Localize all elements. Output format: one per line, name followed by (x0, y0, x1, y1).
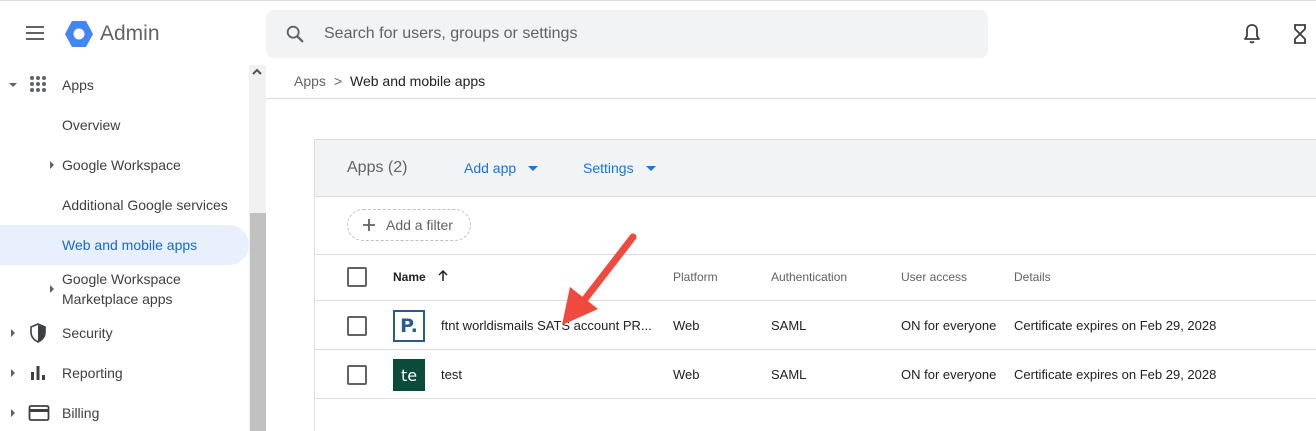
apps-card: Apps (2) Add app Settings Add a filter N… (314, 139, 1316, 431)
sidebar-item-label: Apps (62, 77, 94, 93)
sidebar-item-web-and-mobile-apps[interactable]: Web and mobile apps (0, 225, 249, 265)
plus-icon (363, 219, 375, 231)
app-platform: Web (673, 367, 700, 382)
add-filter-button[interactable]: Add a filter (347, 209, 471, 241)
app-title: Admin (100, 22, 160, 45)
sidebar-item-reporting[interactable]: Reporting (0, 353, 249, 393)
expand-chevron-down-icon[interactable] (9, 83, 17, 87)
sidebar-item-apps[interactable]: Apps (0, 65, 249, 105)
sidebar: Apps Overview Google Workspace Additiona… (0, 65, 266, 431)
sidebar-item-label: Overview (62, 117, 121, 133)
column-header-name[interactable]: Name (393, 270, 426, 284)
sidebar-scrollbar-thumb[interactable] (250, 213, 266, 431)
table-header: Name Platform Authentication User access… (315, 255, 1316, 301)
add-app-button[interactable]: Add app (464, 160, 539, 176)
expand-chevron-right-icon[interactable] (11, 329, 15, 337)
breadcrumb: Apps > Web and mobile apps (266, 65, 1316, 99)
sidebar-item-label: Additional Google services (62, 197, 228, 213)
filter-bar: Add a filter (315, 197, 1316, 255)
add-app-dropdown-caret-icon (528, 165, 539, 171)
column-header-platform[interactable]: Platform (673, 270, 718, 284)
credit-card-icon (28, 405, 50, 421)
expand-chevron-right-icon[interactable] (11, 369, 15, 377)
shield-icon (30, 323, 46, 343)
app-logo: te (393, 359, 425, 391)
select-all-checkbox[interactable] (347, 267, 367, 287)
column-header-details[interactable]: Details (1014, 270, 1051, 284)
sort-ascending-arrow-icon[interactable] (436, 269, 450, 283)
add-filter-label: Add a filter (386, 217, 453, 233)
sidebar-item-label: Web and mobile apps (62, 237, 198, 253)
row-checkbox[interactable] (347, 316, 367, 336)
column-header-user-access[interactable]: User access (901, 270, 967, 284)
bar-chart-icon (31, 366, 45, 380)
sidebar-item-label: Google Workspace Marketplace apps (62, 271, 181, 307)
hourglass-icon[interactable] (1288, 22, 1312, 46)
sidebar-item-additional-google-services[interactable]: Additional Google services (0, 185, 249, 225)
card-header: Apps (2) Add app Settings (315, 140, 1316, 197)
app-user-access: ON for everyone (901, 367, 997, 382)
sidebar-item-label: Security (62, 325, 113, 341)
expand-chevron-right-icon[interactable] (50, 161, 54, 169)
settings-button[interactable]: Settings (583, 160, 656, 176)
admin-logo[interactable] (64, 19, 94, 49)
notifications-bell-icon[interactable] (1240, 22, 1264, 46)
table-row[interactable]: te test Web SAML ON for everyone Certifi… (315, 350, 1316, 399)
column-header-authentication[interactable]: Authentication (771, 270, 847, 284)
breadcrumb-separator: > (334, 73, 343, 89)
apps-grid-icon (30, 76, 46, 92)
top-bar: Admin (0, 0, 1316, 65)
app-authentication: SAML (771, 318, 807, 333)
app-logo: P. (393, 310, 425, 342)
app-user-access: ON for everyone (901, 318, 997, 333)
scroll-up-chevron-icon[interactable] (251, 67, 263, 77)
main-menu-icon[interactable] (24, 23, 46, 43)
search-icon[interactable] (284, 23, 306, 45)
sidebar-item-label: Google Workspace (62, 157, 181, 173)
table-row[interactable]: P. ftnt worldismails SATS account PR... … (315, 301, 1316, 350)
sidebar-item-overview[interactable]: Overview (0, 105, 249, 145)
breadcrumb-apps-link[interactable]: Apps (294, 73, 326, 89)
search-bar[interactable] (266, 10, 988, 58)
sidebar-item-label: Reporting (62, 365, 123, 381)
sidebar-item-security[interactable]: Security (0, 313, 249, 353)
add-app-label: Add app (464, 160, 517, 176)
apps-count-title: Apps (2) (347, 159, 408, 176)
sidebar-item-google-workspace[interactable]: Google Workspace (0, 145, 249, 185)
breadcrumb-current: Web and mobile apps (350, 73, 486, 89)
sidebar-item-label: Billing (62, 405, 100, 421)
app-details: Certificate expires on Feb 29, 2028 (1014, 318, 1217, 333)
settings-dropdown-caret-icon (645, 165, 656, 171)
expand-chevron-right-icon[interactable] (11, 409, 15, 417)
app-name[interactable]: ftnt worldismails SATS account PR... (441, 318, 652, 333)
app-authentication: SAML (771, 367, 807, 382)
settings-label: Settings (583, 160, 634, 176)
expand-chevron-right-icon[interactable] (50, 285, 54, 293)
row-checkbox[interactable] (347, 365, 367, 385)
app-details: Certificate expires on Feb 29, 2028 (1014, 367, 1217, 382)
app-name[interactable]: test (441, 367, 462, 382)
search-input[interactable] (324, 22, 964, 46)
sidebar-item-billing[interactable]: Billing (0, 393, 249, 431)
app-platform: Web (673, 318, 700, 333)
sidebar-item-marketplace-apps[interactable]: Google Workspace Marketplace apps (0, 265, 249, 313)
